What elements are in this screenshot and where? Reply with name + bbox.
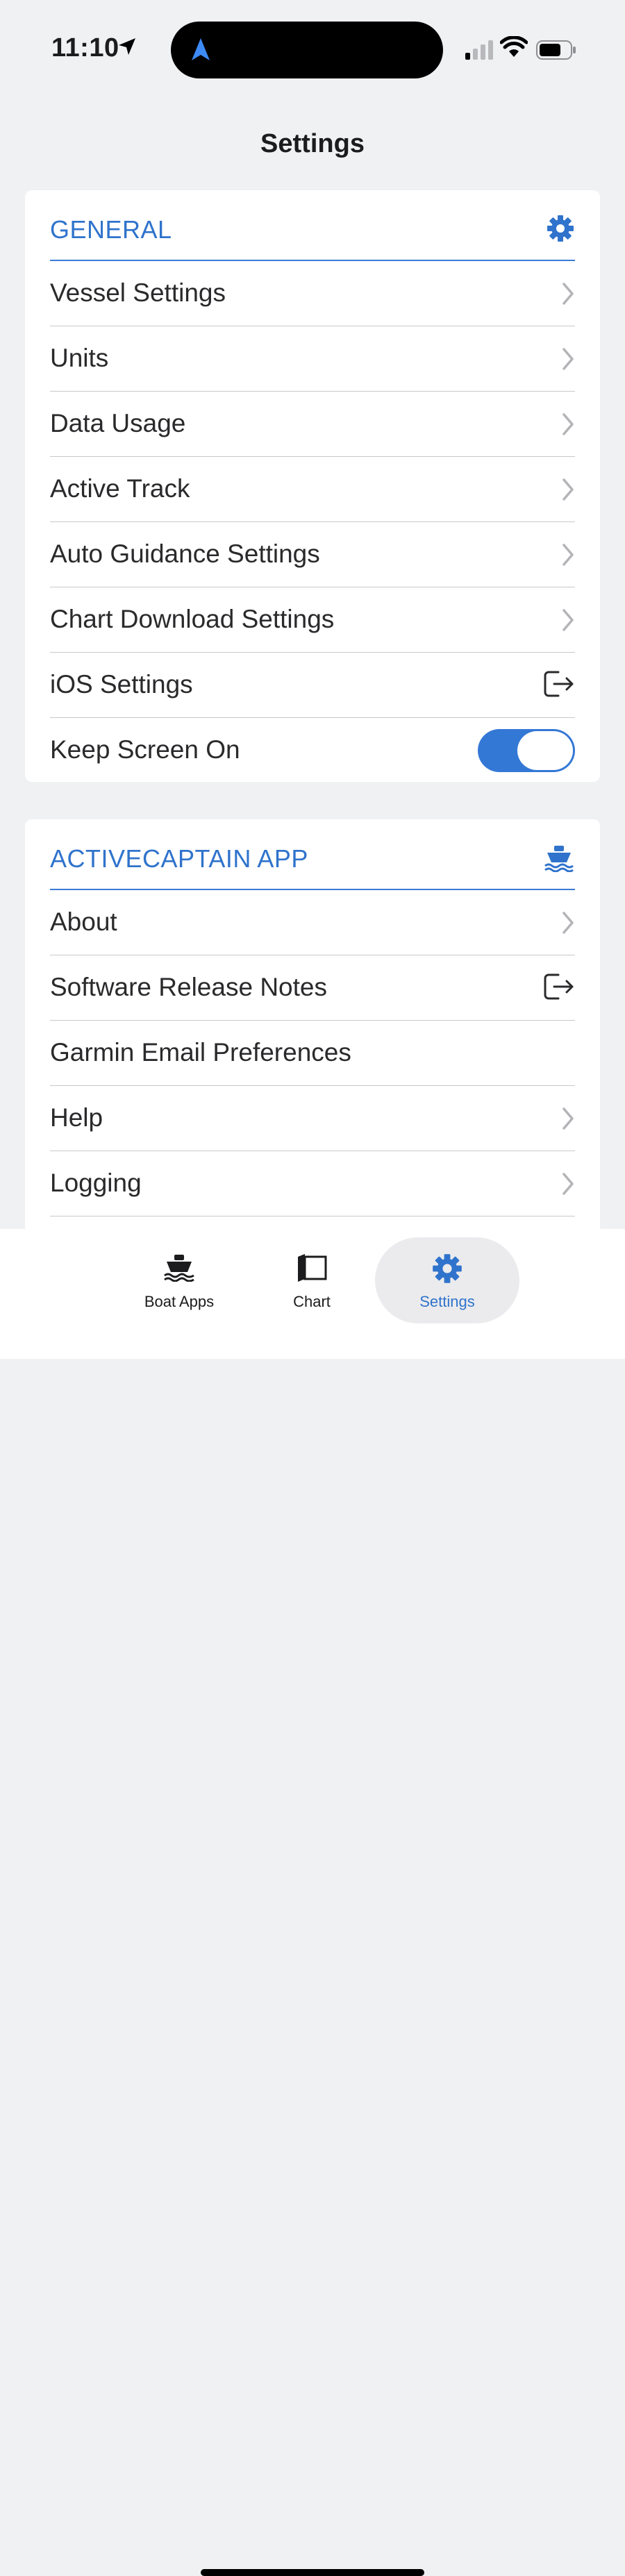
chevron-right-icon xyxy=(562,348,574,370)
chevron-right-icon xyxy=(562,283,574,305)
keep-screen-on-row: Keep Screen On xyxy=(50,718,575,782)
status-time: 11:10 xyxy=(51,33,119,62)
home-indicator xyxy=(201,2569,424,2576)
dynamic-island xyxy=(171,22,443,78)
row-label: Logging xyxy=(50,1169,142,1197)
external-link-icon xyxy=(544,973,574,1000)
wifi-icon xyxy=(500,36,528,57)
chevron-right-icon xyxy=(562,912,574,934)
help-row[interactable]: Help xyxy=(50,1086,575,1151)
page-title: Settings xyxy=(260,129,365,158)
chevron-right-icon xyxy=(562,609,574,631)
toggle-knob xyxy=(517,731,573,770)
row-label: Chart Download Settings xyxy=(50,605,335,633)
boat-icon xyxy=(164,1255,194,1282)
gear-icon xyxy=(547,215,574,242)
row-label: Units xyxy=(50,344,109,372)
section-header: GENERAL xyxy=(50,190,575,261)
about-row[interactable]: About xyxy=(50,890,575,955)
chevron-right-icon xyxy=(562,544,574,566)
row-label: Garmin Email Preferences xyxy=(50,1038,351,1067)
software-release-notes-row[interactable]: Software Release Notes xyxy=(50,955,575,1021)
row-label: Software Release Notes xyxy=(50,973,327,1001)
activecaptain-app-section: ACTIVECAPTAIN APP About Software Release… xyxy=(25,819,600,1250)
row-label: Data Usage xyxy=(50,409,186,437)
tab-label: Boat Apps xyxy=(144,1293,215,1310)
row-label: Help xyxy=(50,1103,103,1132)
cellular-signal-icon xyxy=(465,40,493,60)
garmin-email-preferences-row[interactable]: Garmin Email Preferences xyxy=(50,1021,575,1086)
active-track-row[interactable]: Active Track xyxy=(50,457,575,522)
row-label: Keep Screen On xyxy=(50,735,240,764)
row-label: About xyxy=(50,908,117,936)
gear-icon xyxy=(433,1254,462,1283)
external-link-icon xyxy=(544,671,574,697)
row-label: Active Track xyxy=(50,474,190,503)
chevron-right-icon xyxy=(562,413,574,435)
general-section: GENERAL Vessel Settings Units Data Usage xyxy=(25,190,600,782)
row-label: Auto Guidance Settings xyxy=(50,540,320,568)
navigation-arrow-icon xyxy=(192,38,210,60)
chart-download-settings-row[interactable]: Chart Download Settings xyxy=(50,587,575,653)
chevron-right-icon xyxy=(562,478,574,501)
section-title: ACTIVECAPTAIN APP xyxy=(50,844,308,873)
row-label: iOS Settings xyxy=(50,670,193,699)
tab-boat-apps[interactable]: Boat Apps xyxy=(110,1229,249,1333)
chevron-right-icon xyxy=(562,1107,574,1130)
row-label: Vessel Settings xyxy=(50,278,226,307)
data-usage-row[interactable]: Data Usage xyxy=(50,392,575,457)
ios-settings-row[interactable]: iOS Settings xyxy=(50,653,575,718)
location-arrow-icon xyxy=(119,38,135,55)
tab-chart[interactable]: Chart xyxy=(242,1229,381,1333)
section-header: ACTIVECAPTAIN APP xyxy=(50,819,575,890)
auto-guidance-settings-row[interactable]: Auto Guidance Settings xyxy=(50,522,575,587)
tab-label: Chart xyxy=(293,1293,331,1310)
chart-book-icon xyxy=(298,1254,327,1282)
logging-row[interactable]: Logging xyxy=(50,1151,575,1216)
vessel-settings-row[interactable]: Vessel Settings xyxy=(50,261,575,326)
tab-label: Settings xyxy=(419,1293,475,1310)
units-row[interactable]: Units xyxy=(50,326,575,392)
status-bar: 11:10 xyxy=(0,0,625,104)
section-title: GENERAL xyxy=(50,215,172,244)
boat-icon xyxy=(544,846,574,872)
keep-screen-on-toggle[interactable] xyxy=(478,729,575,772)
tab-settings[interactable]: Settings xyxy=(375,1237,519,1323)
battery-icon xyxy=(536,40,576,60)
chevron-right-icon xyxy=(562,1173,574,1195)
tab-bar: Boat Apps Chart Settings xyxy=(0,1229,625,2576)
